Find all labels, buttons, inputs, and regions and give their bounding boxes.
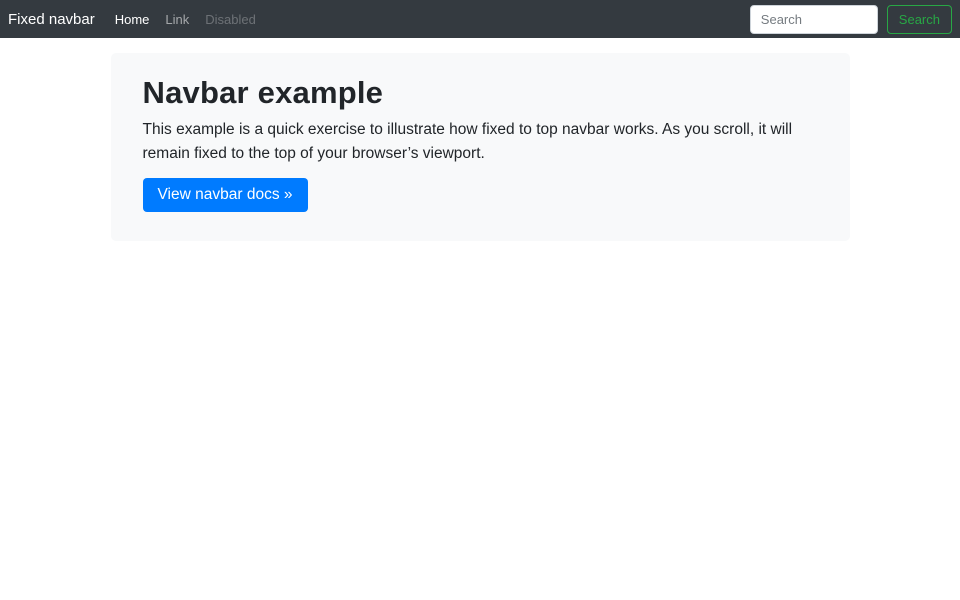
search-input[interactable] bbox=[750, 5, 878, 34]
navbar-nav: Home Link Disabled bbox=[107, 12, 264, 27]
nav-item-home: Home bbox=[107, 12, 158, 27]
view-navbar-docs-button[interactable]: View navbar docs » bbox=[143, 178, 308, 212]
navbar-brand[interactable]: Fixed navbar bbox=[8, 11, 95, 28]
nav-link-home[interactable]: Home bbox=[107, 12, 158, 27]
page-title: Navbar example bbox=[143, 74, 818, 111]
top-navbar: Fixed navbar Home Link Disabled Search bbox=[0, 0, 960, 38]
nav-item-link: Link bbox=[157, 12, 197, 27]
page-description: This example is a quick exercise to illu… bbox=[143, 118, 818, 166]
search-button[interactable]: Search bbox=[887, 5, 952, 34]
nav-link-link[interactable]: Link bbox=[157, 12, 197, 27]
navbar-search-form: Search bbox=[750, 5, 952, 34]
jumbotron: Navbar example This example is a quick e… bbox=[111, 53, 850, 241]
nav-link-disabled: Disabled bbox=[197, 12, 264, 27]
nav-item-disabled: Disabled bbox=[197, 12, 264, 27]
